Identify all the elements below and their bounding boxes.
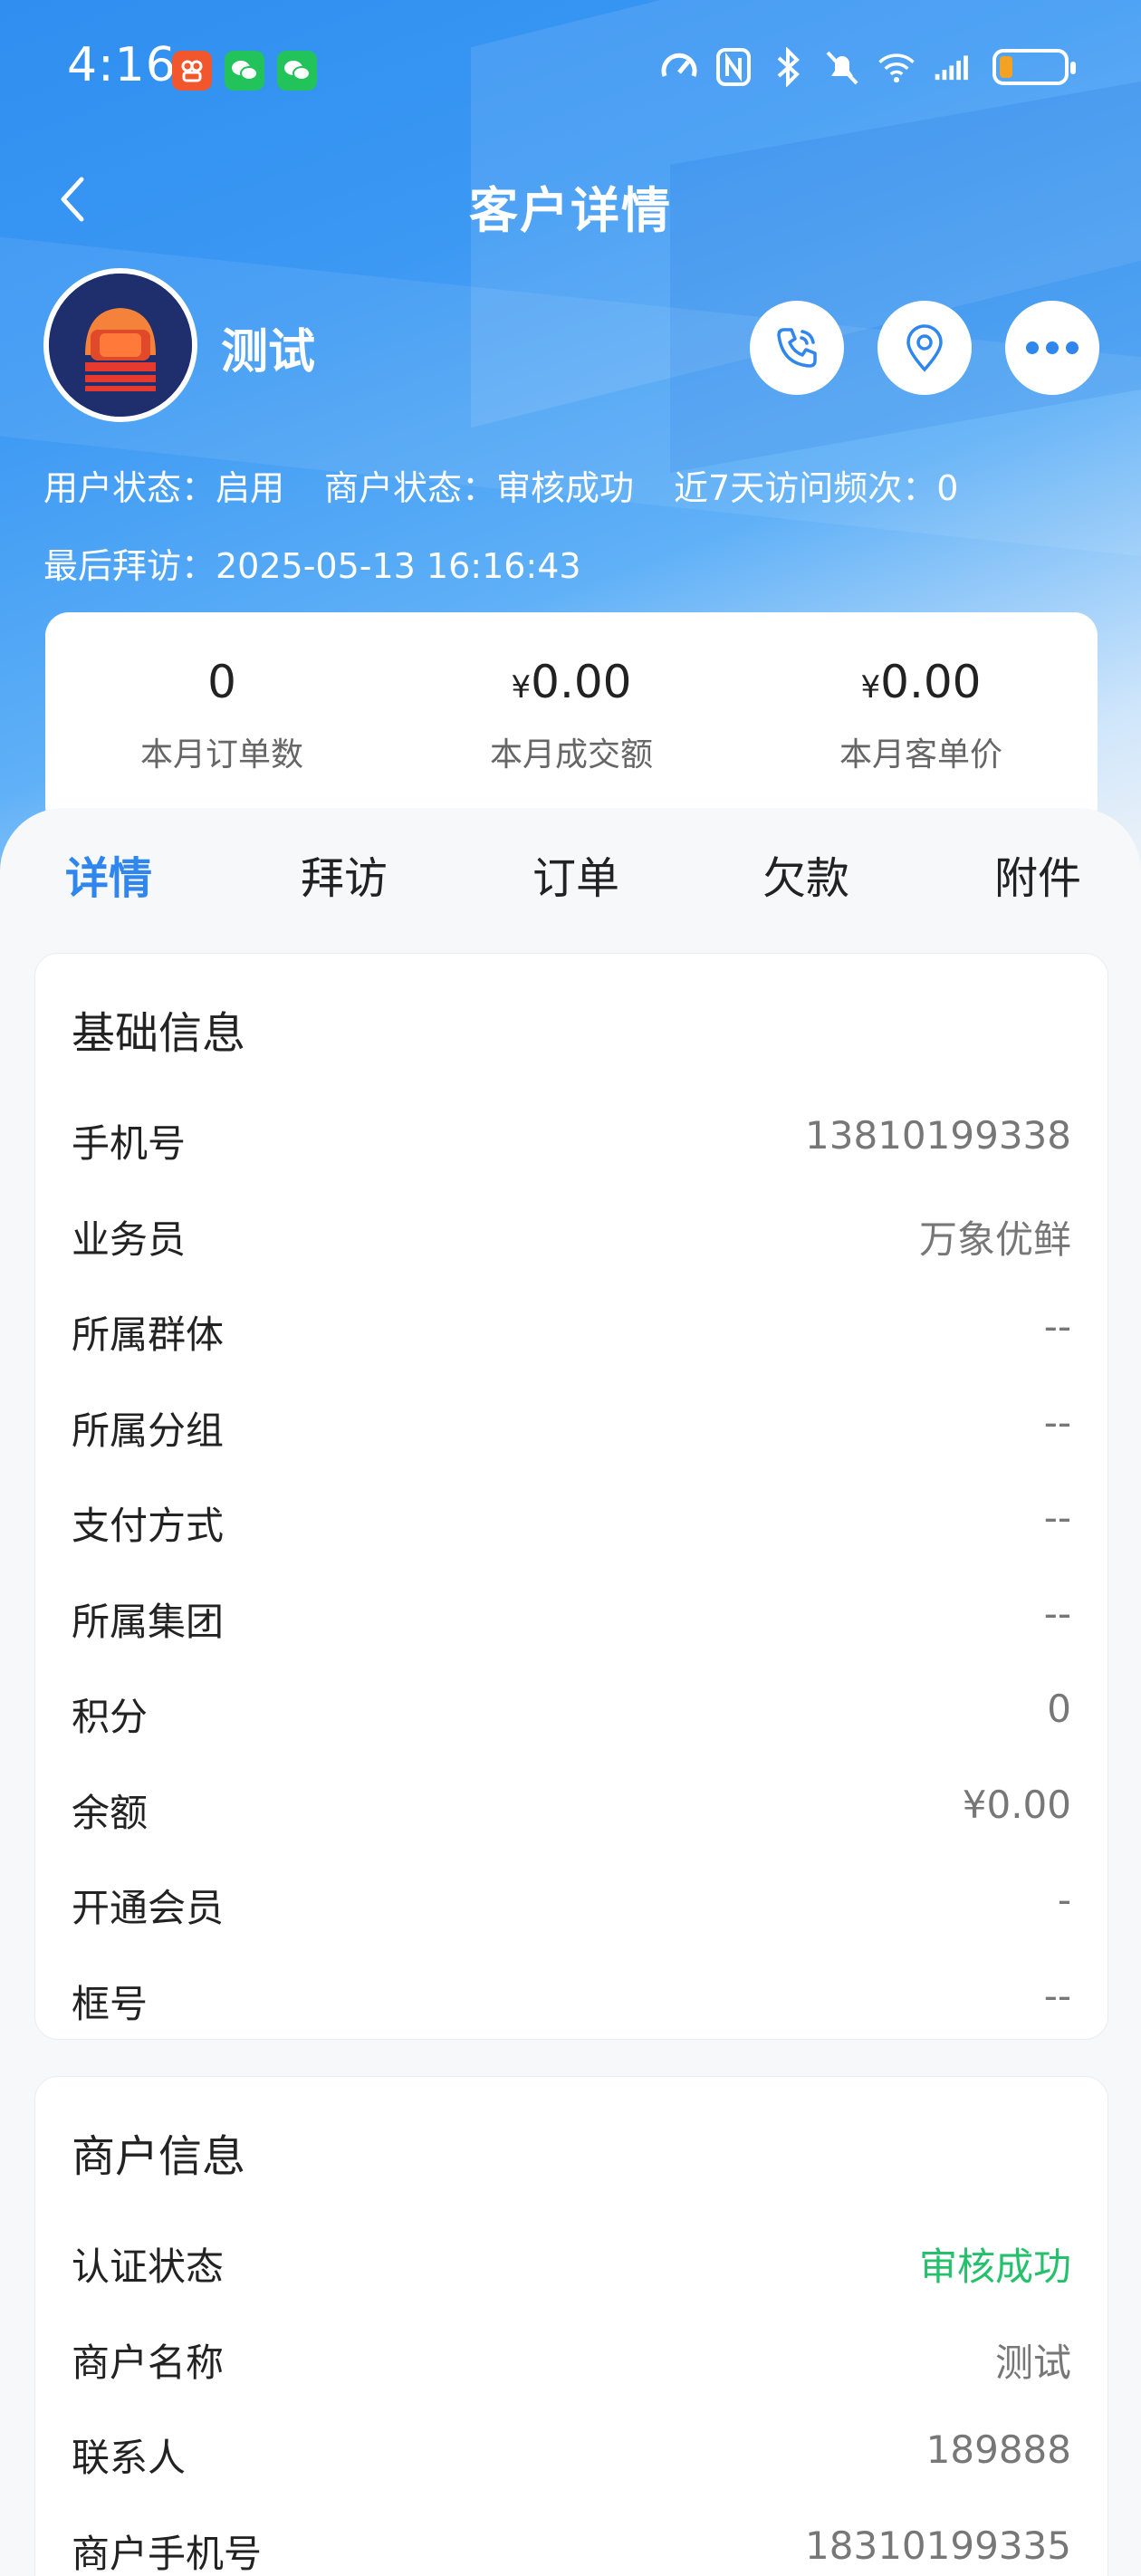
info-row-payment: 支付方式 -- <box>72 1495 1071 1548</box>
battery-icon <box>992 49 1076 85</box>
status-line: 用户状态：启用 商户状态：审核成功 近7天访问频次：0 <box>43 460 998 510</box>
info-row-salesman: 业务员 万象优鲜 <box>72 1217 1071 1262</box>
page-title: 客户详情 <box>469 182 672 239</box>
tab-debts[interactable]: 欠款 <box>762 842 849 906</box>
status-bar: 4:16 <box>0 0 1141 145</box>
nfc-icon <box>714 47 753 87</box>
phone-icon <box>777 328 817 368</box>
bluetooth-icon <box>768 47 808 87</box>
status-time: 4:16 <box>67 38 177 92</box>
wechat-icon <box>277 51 317 91</box>
tab-attachments[interactable]: 附件 <box>994 842 1081 906</box>
card-title: 基础信息 <box>72 1008 246 1059</box>
notification-icons <box>172 51 317 91</box>
merchant-row-name: 商户名称 测试 <box>72 2341 1071 2385</box>
signal-icon <box>931 47 971 87</box>
location-pin-icon <box>906 324 943 372</box>
visit-frequency: 近7天访问频次：0 <box>674 468 959 508</box>
merchant-status: 商户状态：审核成功 <box>324 468 635 508</box>
user-status: 用户状态：启用 <box>43 468 285 508</box>
info-row-membership: 开通会员 - <box>72 1878 1071 1930</box>
stat-order-count: 0 本月订单数 <box>139 656 303 774</box>
stat-turnover: ¥0.00 本月成交额 <box>489 656 653 774</box>
info-row-group: 所属群体 -- <box>72 1304 1071 1357</box>
merchant-row-auth-status: 认证状态 审核成功 <box>72 2244 1071 2289</box>
tab-bar: 详情 拜访 订单 欠款 附件 <box>0 842 1141 915</box>
nav-bar: 客户详情 <box>0 154 1141 245</box>
wifi-icon <box>877 47 916 87</box>
merchant-row-phone: 商户手机号 18310199335 <box>72 2523 1071 2576</box>
speed-icon <box>659 47 699 87</box>
system-icons <box>659 47 1076 87</box>
info-row-company-group: 所属集团 -- <box>72 1591 1071 1644</box>
stat-avg-order-value: ¥0.00 本月客单价 <box>839 656 1002 774</box>
last-visit-line: 最后拜访：2025-05-13 16:16:43 <box>43 538 621 588</box>
customer-name: 测试 <box>221 325 316 380</box>
avatar[interactable] <box>43 268 197 422</box>
info-row-phone: 手机号 13810199338 <box>72 1113 1071 1166</box>
tab-details[interactable]: 详情 <box>65 842 152 906</box>
card-title: 商户信息 <box>72 2131 246 2182</box>
app-notification-icon <box>172 51 212 91</box>
info-row-points: 积分 0 <box>72 1687 1071 1739</box>
info-row-frame-number: 框号 -- <box>72 1974 1071 2026</box>
customer-profile: 测试 <box>0 268 1141 431</box>
detail-sheet: 详情 拜访 订单 欠款 附件 基础信息 手机号 13810199338 业务员 万象… <box>0 808 1141 2576</box>
info-row-subgroup: 所属分组 -- <box>72 1400 1071 1453</box>
more-dots-icon <box>1026 341 1079 354</box>
tab-visits[interactable]: 拜访 <box>301 842 388 906</box>
tab-orders[interactable]: 订单 <box>532 842 619 906</box>
wechat-icon <box>225 51 264 91</box>
monthly-stats-card: 0 本月订单数 ¥0.00 本月成交额 ¥0.00 本月客单价 <box>45 612 1098 830</box>
info-row-balance: 余额 ¥0.00 <box>72 1783 1071 1835</box>
last-visit: 最后拜访：2025-05-13 16:16:43 <box>43 546 581 586</box>
astronaut-avatar-icon <box>49 274 192 417</box>
merchant-info-card: 商户信息 认证状态 审核成功 商户名称 测试 联系人 189888 商户手机号 1831… <box>34 2076 1108 2576</box>
call-button[interactable] <box>750 301 844 395</box>
merchant-row-contact: 联系人 189888 <box>72 2427 1071 2480</box>
mute-bell-icon <box>822 47 862 87</box>
more-button[interactable] <box>1005 301 1099 395</box>
basic-info-card: 基础信息 手机号 13810199338 业务员 万象优鲜 所属群体 -- 所属分组 -… <box>34 953 1108 2040</box>
location-button[interactable] <box>877 301 972 395</box>
